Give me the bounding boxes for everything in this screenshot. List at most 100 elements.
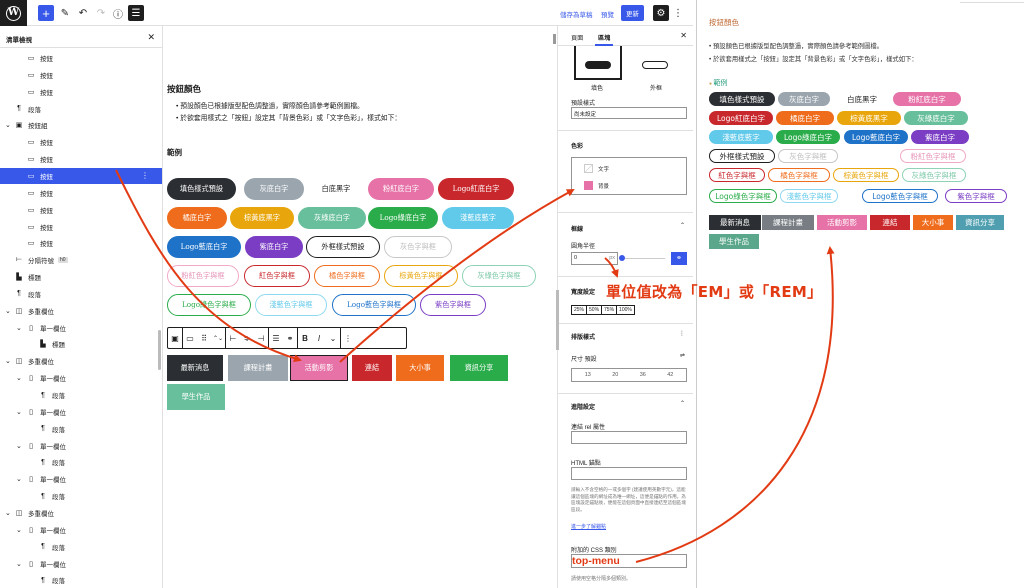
list-view-scrollbar[interactable] [158,330,161,370]
preview-menu-button[interactable]: 資訊分享 [956,215,1004,230]
text-color-label[interactable]: 文字 [598,165,609,173]
preview-menu-button[interactable]: 最新消息 [709,215,761,230]
preview-menu-button[interactable]: 大小事 [913,215,953,230]
list-view-item[interactable]: ▭ 按鈕 [0,185,162,201]
radius-slider-handle[interactable] [619,255,625,261]
buttons-icon[interactable]: ▣ [168,334,182,343]
close-icon[interactable]: ✕ [147,32,155,43]
chevron-down-icon[interactable]: ⌄ [5,307,11,315]
chevron-down-icon[interactable]: ⌄ [16,374,22,382]
list-view-item[interactable]: ¶ 段落 [0,488,162,504]
link-icon[interactable]: ⚭ [283,334,297,343]
more-icon[interactable]: ⋮ [679,330,685,337]
preview-sample-button[interactable]: 紅色字與框 [709,168,765,182]
sample-button[interactable]: 灰色字與框 [384,236,452,258]
tab-block[interactable]: 區塊 [594,33,614,46]
sample-button[interactable]: 外框樣式預設 [306,236,380,258]
anchor-input[interactable] [571,467,687,480]
menu-sample-button[interactable]: 最新消息 [167,355,223,381]
preview-button[interactable]: 預覽 [601,9,614,19]
preview-sample-button[interactable]: Logo紅底白字 [709,111,773,125]
sample-button[interactable]: 棕黃色字與框 [384,265,458,287]
width-option-button[interactable]: 75% [601,305,618,315]
redo-icon[interactable]: ↷ [93,5,109,21]
font-size-option[interactable]: 13 [585,372,591,378]
list-view-item[interactable]: ⌄ ▯ 單一欄位 [0,556,162,572]
rel-input[interactable] [571,431,687,444]
list-view-item[interactable]: ¶ 段落 [0,101,162,117]
sample-button[interactable]: Logo綠色字與框 [167,294,251,316]
width-option-button[interactable]: 50% [586,305,603,315]
sample-button[interactable]: Logo藍底白字 [167,236,241,258]
button-icon[interactable]: ▭ [183,334,197,343]
background-color-swatch[interactable] [584,181,593,190]
justify-left-icon[interactable]: ⊢ [226,334,240,343]
menu-sample-button[interactable]: 大小事 [396,355,444,381]
chevron-down-icon[interactable]: ⌄ [16,560,22,568]
list-view-item[interactable]: ⌄ ◫ 多重欄位 [0,505,162,521]
sample-button[interactable]: 白底黑字 [308,178,364,200]
preview-sample-button[interactable]: 灰綠色字與框 [902,168,966,182]
chevron-down-icon[interactable]: ⌄ [16,475,22,483]
list-view-item[interactable]: ¶ 段落 [0,286,162,302]
list-view-item[interactable]: ▭ 按鈕 [0,84,162,100]
sample-button[interactable]: 灰綠底白字 [298,207,366,229]
list-view-item[interactable]: ⌄ ▯ 單一欄位 [0,404,162,420]
list-view-item[interactable]: ⌄ ▯ 單一欄位 [0,320,162,336]
chevron-down-icon[interactable]: ⌄ [16,442,22,450]
sidebar-scrollbar[interactable] [556,290,559,350]
preview-sample-button[interactable]: 外框樣式預設 [709,149,775,163]
pencil-icon[interactable]: ✎ [57,5,73,21]
font-size-option[interactable]: 36 [640,372,646,378]
settings-gear-icon[interactable]: ⚙ [653,5,669,21]
sample-button[interactable]: 紫色字與框 [420,294,486,316]
more-options-icon[interactable]: ⋮ [673,5,683,21]
preview-menu-button[interactable]: 連結 [870,215,910,230]
menu-sample-button[interactable]: 課程計畫 [228,355,288,381]
preview-menu-button[interactable]: 課程計畫 [762,215,814,230]
drag-icon[interactable]: ⠿ [197,334,211,343]
list-view-item[interactable]: ▭ 按鈕 [0,67,162,83]
chevron-down-icon[interactable]: ⌄ [5,509,11,517]
list-view-item[interactable]: ¶ 段落 [0,387,162,403]
list-view-item[interactable]: ▭ 按鈕 [0,151,162,167]
list-view-item[interactable]: ⌄ ◫ 多重欄位 [0,353,162,369]
sample-button[interactable]: 淺藍色字與框 [255,294,327,316]
font-size-option[interactable]: 42 [667,372,673,378]
preview-sample-button[interactable]: Logo藍色字與框 [862,189,938,203]
info-icon[interactable]: ⓘ [110,5,126,21]
preview-sample-button[interactable]: 棕黃底黑字 [837,111,901,125]
preview-sample-button[interactable]: 粉紅色字與框 [900,149,966,163]
sample-button[interactable]: 紫底白字 [245,236,303,258]
bold-icon[interactable]: B [298,334,312,343]
menu-sample-button[interactable]: 資訊分享 [450,355,508,381]
chevron-down-icon[interactable]: ⌄ [326,334,340,343]
font-size-option[interactable]: 20 [612,372,618,378]
wordpress-logo-button[interactable]: W [0,0,27,26]
chevron-down-icon[interactable]: ⌄ [16,324,22,332]
list-view-item[interactable]: ▭ 按鈕 [0,219,162,235]
color-section-title[interactable]: 色彩 [571,141,583,150]
style-outline-option[interactable] [631,46,679,80]
preview-sample-button[interactable]: 紫底白字 [911,130,969,144]
menu-sample-button[interactable]: 連結 [352,355,392,381]
preview-sample-button[interactable]: 淺藍底藍字 [709,130,773,144]
menu-sample-button[interactable]: 學生作品 [167,384,225,410]
list-view-item[interactable]: ▭ 按鈕 [0,202,162,218]
list-view-item[interactable]: ⌄ ▣ 按鈕組 [0,117,162,133]
default-style-select[interactable]: 尚未設定 [571,107,687,119]
background-color-label[interactable]: 背景 [598,182,609,190]
list-view-item[interactable]: ¶ 段落 [0,572,162,588]
list-view-item[interactable]: ¶ 段落 [0,539,162,555]
preview-sample-button[interactable]: 白底黑字 [834,92,890,106]
chevrons-icon[interactable]: ⌃⌄ [211,335,225,342]
add-block-button[interactable]: + [38,5,54,21]
canvas-scroll-indicator[interactable] [553,34,556,44]
sample-button[interactable]: 棕黃底黑字 [230,207,294,229]
list-view-item[interactable]: ⟝ 分隔符號 h0 [0,252,162,268]
italic-icon[interactable]: I [312,334,326,343]
chevron-down-icon[interactable]: ⌄ [16,526,22,534]
menu-sample-button[interactable]: 活動剪影 [290,355,348,381]
sample-button[interactable]: 填色樣式預設 [167,178,236,200]
list-view-item[interactable]: ▭ 按鈕 [0,50,162,66]
